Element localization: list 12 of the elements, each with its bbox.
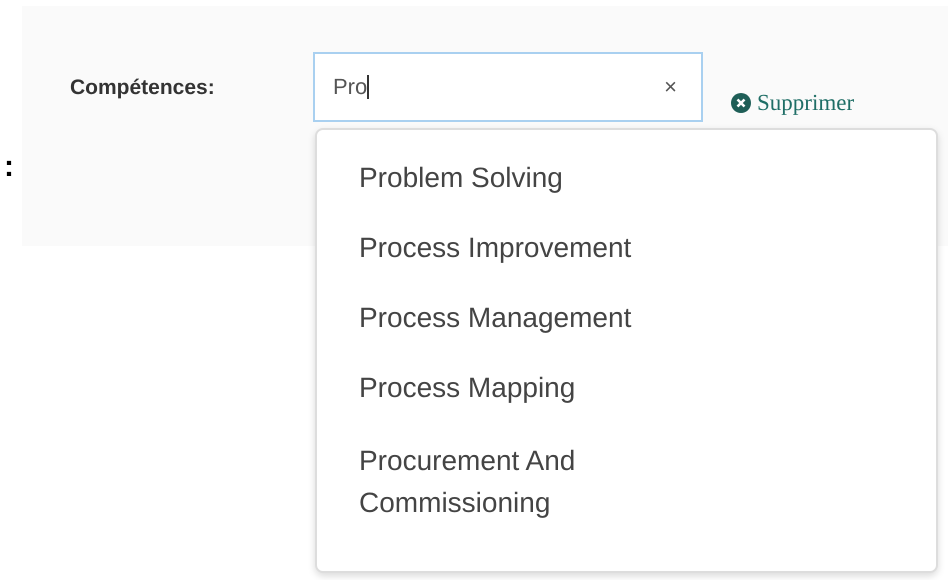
- suggestion-item[interactable]: Procurement And Commissioning: [359, 423, 719, 541]
- colon-text: :: [4, 150, 14, 184]
- clear-button[interactable]: ×: [664, 74, 677, 100]
- suggestion-item[interactable]: Process Improvement: [359, 213, 719, 283]
- text-cursor: [367, 75, 370, 99]
- skills-input-field[interactable]: Pro ×: [313, 52, 703, 122]
- field-label: Compétences:: [70, 76, 216, 100]
- remove-icon: [731, 93, 751, 113]
- suggestion-item[interactable]: Problem Solving: [359, 150, 719, 213]
- suggestion-item[interactable]: Process Mapping: [359, 353, 719, 423]
- remove-link[interactable]: Supprimer: [731, 90, 854, 116]
- suggestion-item[interactable]: Process Management: [359, 283, 719, 353]
